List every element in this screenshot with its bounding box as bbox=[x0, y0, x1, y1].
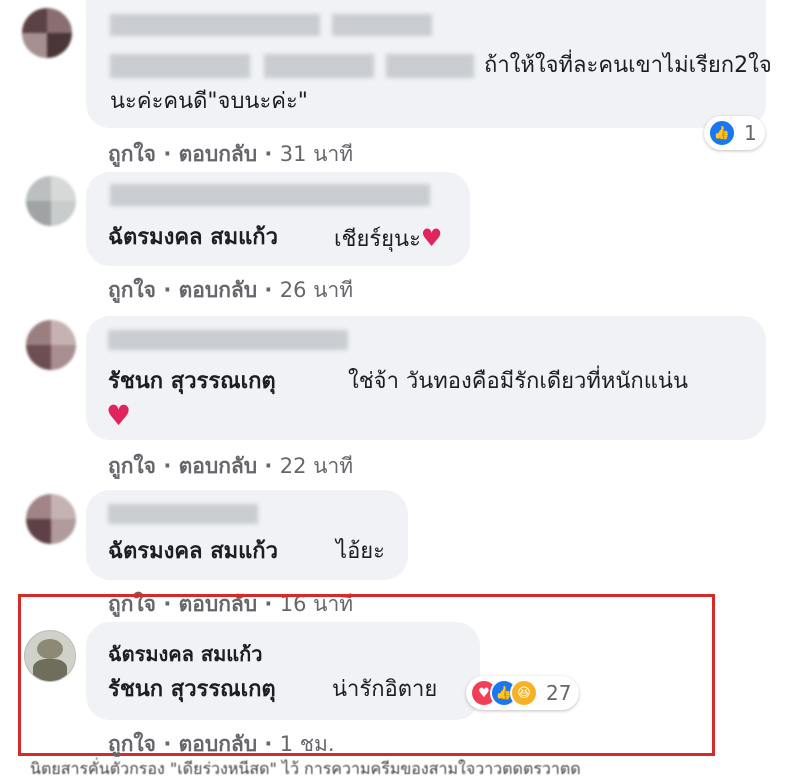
reply-link[interactable]: ตอบกลับ bbox=[179, 278, 258, 302]
mention-link[interactable]: รัชนก สุวรรณเกตุ bbox=[108, 676, 276, 704]
redacted-mention bbox=[386, 54, 474, 78]
reaction-count: 27 bbox=[546, 681, 572, 705]
like-icon: 👍 bbox=[708, 119, 736, 147]
redacted-name bbox=[110, 14, 320, 36]
timestamp[interactable]: 31 นาที bbox=[280, 142, 353, 166]
like-link[interactable]: ถูกใจ bbox=[108, 732, 156, 756]
reply-link[interactable]: ตอบกลับ bbox=[179, 732, 258, 756]
heart-icon: ♥ bbox=[420, 224, 443, 252]
reaction-summary[interactable]: ♥ 👍 😆 27 bbox=[466, 676, 580, 710]
comment-bubble: รัชนก สุวรรณเกตุ ใช่จ้า วันทองคือมีรักเด… bbox=[86, 316, 766, 440]
haha-icon: 😆 bbox=[510, 679, 538, 707]
comment-text: เชียร์ยุนะ♥ bbox=[334, 224, 443, 252]
comment-author[interactable]: ฉัตรมงคล สมแก้ว bbox=[108, 640, 263, 668]
comment-bubble: ฉัตรมงคล สมแก้ว รัชนก สุวรรณเกตุ น่ารักอ… bbox=[86, 622, 480, 720]
comment-bubble: ฉัตรมงคล สมแก้ว ไอ้ยะ bbox=[86, 490, 408, 580]
like-link[interactable]: ถูกใจ bbox=[108, 142, 156, 166]
avatar[interactable] bbox=[24, 630, 76, 682]
avatar[interactable] bbox=[26, 494, 76, 544]
timestamp[interactable]: 1 ชม. bbox=[280, 732, 335, 756]
comment-bubble: ฉัตรมงคล สมแก้ว เชียร์ยุนะ♥ bbox=[86, 172, 470, 266]
comment-bubble: ถ้าให้ใจที่ละคนเขาไม่เรียก2ใจ นะค่ะคนดี"… bbox=[86, 0, 772, 128]
redacted-name bbox=[110, 184, 430, 206]
avatar[interactable] bbox=[26, 320, 76, 370]
caption-text: นิตยสารคั่นตัวกรอง "เดียร่วงหนีสด" ไว้ ก… bbox=[30, 759, 581, 778]
reply-link[interactable]: ตอบกลับ bbox=[179, 142, 258, 166]
timestamp[interactable]: 26 นาที bbox=[280, 278, 353, 302]
reply-link[interactable]: ตอบกลับ bbox=[179, 454, 258, 478]
mention-link[interactable]: ฉัตรมงคล สมแก้ว bbox=[108, 538, 278, 566]
comment-text: นะค่ะคนดี"จบนะค่ะ" bbox=[110, 89, 308, 114]
comment-text: ถ้าให้ใจที่ละคนเขาไม่เรียก2ใจ bbox=[484, 53, 772, 78]
redacted-name bbox=[108, 504, 258, 524]
redacted-name bbox=[332, 14, 432, 36]
avatar[interactable] bbox=[26, 176, 76, 226]
like-link[interactable]: ถูกใจ bbox=[108, 278, 156, 302]
avatar[interactable] bbox=[22, 8, 72, 58]
comment-actions: ถูกใจ · ตอบกลับ · 22 นาที bbox=[108, 454, 354, 478]
heart-icon: ♥ bbox=[106, 399, 132, 432]
reaction-count: 1 bbox=[744, 121, 757, 145]
comment-actions: ถูกใจ · ตอบกลับ · 26 นาที bbox=[108, 278, 354, 302]
comment-text: ไอ้ยะ bbox=[336, 539, 385, 564]
redacted-mention bbox=[264, 54, 374, 78]
mention-link[interactable]: รัชนก สุวรรณเกตุ bbox=[108, 368, 276, 396]
comment-text: ใช่จ้า วันทองคือมีรักเดียวที่หนักแน่น bbox=[348, 369, 689, 394]
reaction-summary[interactable]: 👍 1 bbox=[704, 116, 765, 150]
timestamp[interactable]: 22 นาที bbox=[280, 454, 353, 478]
comment-text: น่ารักอิตาย bbox=[332, 677, 438, 702]
mention-link[interactable]: ฉัตรมงคล สมแก้ว bbox=[108, 224, 278, 252]
redacted-name bbox=[108, 330, 348, 350]
comment-actions: ถูกใจ · ตอบกลับ · 31 นาที bbox=[108, 142, 354, 166]
like-link[interactable]: ถูกใจ bbox=[108, 454, 156, 478]
redacted-mention bbox=[110, 54, 250, 78]
